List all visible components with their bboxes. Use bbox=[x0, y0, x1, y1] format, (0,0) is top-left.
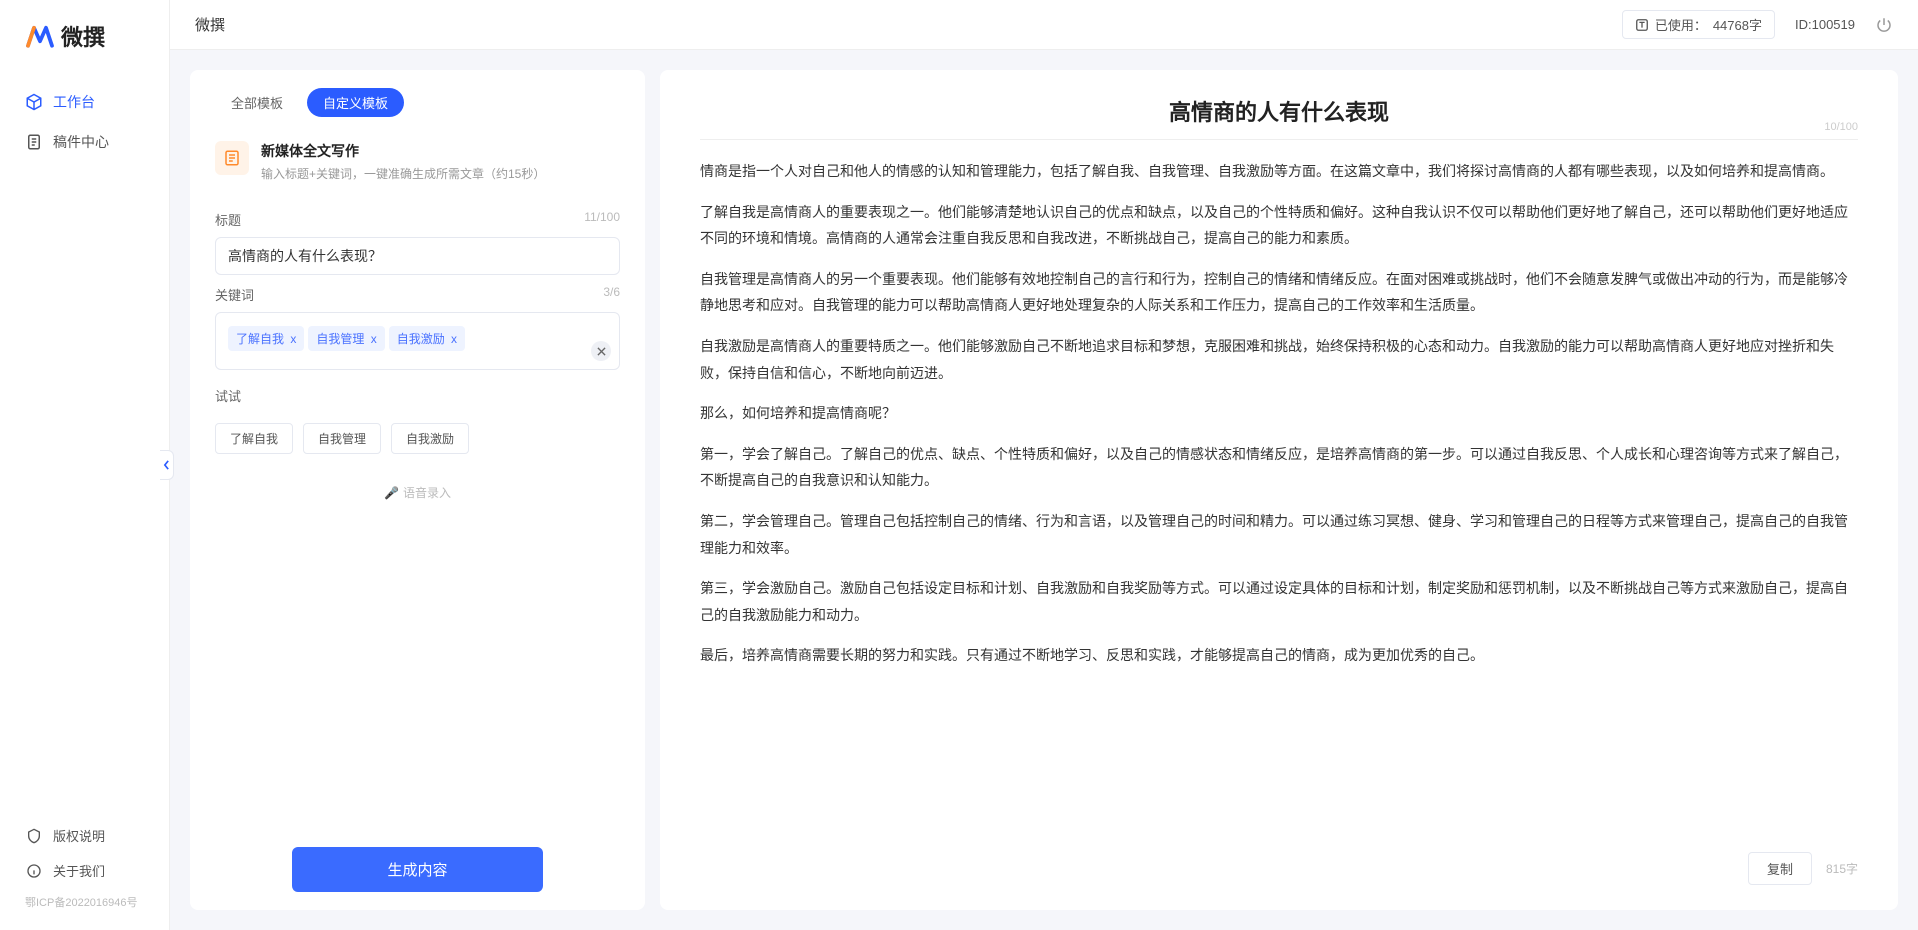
input-panel: 全部模板 自定义模板 新媒体全文写作 输入标题+关键词，一键准确生成所需文章（约… bbox=[190, 70, 645, 910]
icp-text: 鄂ICP备2022016946号 bbox=[0, 888, 169, 910]
topbar: 微撰 已使用： 44768字 ID:100519 bbox=[170, 0, 1918, 50]
doc-body[interactable]: 情商是指一个人对自己和他人的情感的认知和管理能力，包括了解自我、自我管理、自我激… bbox=[700, 158, 1858, 840]
usage-badge[interactable]: 已使用： 44768字 bbox=[1622, 10, 1775, 39]
suggest-row: 了解自我自我管理自我激励 bbox=[215, 423, 620, 454]
sidebar: 微撰 工作台 稿件中心 版权说明 关于我们 鄂ICP备2022016946号 bbox=[0, 0, 170, 930]
doc-icon bbox=[25, 133, 43, 151]
content: 全部模板 自定义模板 新媒体全文写作 输入标题+关键词，一键准确生成所需文章（约… bbox=[170, 50, 1918, 930]
doc-paragraph: 第二，学会管理自己。管理自己包括控制自己的情绪、行为和言语，以及管理自己的时间和… bbox=[700, 508, 1858, 561]
nav-label: 版权说明 bbox=[53, 826, 105, 845]
tab-custom-template[interactable]: 自定义模板 bbox=[307, 88, 404, 117]
info-icon bbox=[25, 862, 43, 880]
char-count: 815字 bbox=[1826, 860, 1858, 877]
doc-paragraph: 那么，如何培养和提高情商呢？ bbox=[700, 400, 1858, 427]
text-icon bbox=[1635, 18, 1649, 32]
generate-button[interactable]: 生成内容 bbox=[292, 847, 543, 892]
power-icon[interactable] bbox=[1875, 16, 1893, 34]
template-desc: 输入标题+关键词，一键准确生成所需文章（约15秒） bbox=[261, 165, 545, 182]
title-input[interactable] bbox=[215, 237, 620, 275]
doc-paragraph: 自我管理是高情商人的另一个重要表现。他们能够有效地控制自己的言行和行为，控制自己… bbox=[700, 266, 1858, 319]
nav-copyright[interactable]: 版权说明 bbox=[25, 818, 144, 853]
suggest-chip[interactable]: 自我管理 bbox=[303, 423, 381, 454]
user-id: ID:100519 bbox=[1795, 17, 1855, 32]
nav-label: 关于我们 bbox=[53, 861, 105, 880]
keyword-tag[interactable]: 自我激励 x bbox=[389, 326, 465, 351]
keyword-box[interactable]: 了解自我 x自我管理 x自我激励 x bbox=[215, 312, 620, 370]
remove-keyword-icon[interactable]: x bbox=[290, 332, 296, 346]
nav-drafts[interactable]: 稿件中心 bbox=[0, 122, 169, 162]
template-icon bbox=[215, 141, 249, 175]
template-tabs: 全部模板 自定义模板 bbox=[215, 88, 620, 117]
page-title: 微撰 bbox=[195, 14, 225, 35]
nav: 工作台 稿件中心 bbox=[0, 82, 169, 818]
title-label: 标题 bbox=[215, 210, 241, 229]
nav-about[interactable]: 关于我们 bbox=[25, 853, 144, 888]
clear-keywords-button[interactable] bbox=[591, 341, 611, 361]
brand-name: 微撰 bbox=[61, 20, 105, 52]
output-panel: 高情商的人有什么表现 10/100 情商是指一个人对自己和他人的情感的认知和管理… bbox=[660, 70, 1898, 910]
doc-paragraph: 最后，培养高情商需要长期的努力和实践。只有通过不断地学习、反思和实践，才能够提高… bbox=[700, 642, 1858, 669]
suggest-chip[interactable]: 自我激励 bbox=[391, 423, 469, 454]
logo: 微撰 bbox=[0, 20, 169, 82]
logo-icon bbox=[25, 23, 55, 49]
cube-icon bbox=[25, 93, 43, 111]
keyword-tag[interactable]: 自我管理 x bbox=[308, 326, 384, 351]
doc-paragraph: 情商是指一个人对自己和他人的情感的认知和管理能力，包括了解自我、自我管理、自我激… bbox=[700, 158, 1858, 185]
doc-paragraph: 第一，学会了解自己。了解自己的优点、缺点、个性特质和偏好，以及自己的情感状态和情… bbox=[700, 441, 1858, 494]
template-name: 新媒体全文写作 bbox=[261, 141, 545, 161]
sidebar-collapse-handle[interactable] bbox=[160, 450, 174, 480]
shield-icon bbox=[25, 827, 43, 845]
suggest-chip[interactable]: 了解自我 bbox=[215, 423, 293, 454]
nav-label: 工作台 bbox=[53, 92, 95, 112]
doc-title-counter: 10/100 bbox=[1824, 121, 1858, 133]
nav-label: 稿件中心 bbox=[53, 132, 109, 152]
suggest-label: 试试 bbox=[215, 386, 241, 405]
keyword-tag[interactable]: 了解自我 x bbox=[228, 326, 304, 351]
main: 微撰 已使用： 44768字 ID:100519 全部模板 自定义模板 bbox=[170, 0, 1918, 930]
copy-button[interactable]: 复制 bbox=[1748, 852, 1812, 885]
title-counter: 11/100 bbox=[584, 210, 620, 229]
nav-workbench[interactable]: 工作台 bbox=[0, 82, 169, 122]
usage-value: 44768字 bbox=[1713, 15, 1762, 34]
doc-paragraph: 第三，学会激励自己。激励自己包括设定目标和计划、自我激励和自我奖励等方式。可以通… bbox=[700, 575, 1858, 628]
keyword-counter: 3/6 bbox=[603, 285, 620, 304]
keyword-label: 关键词 bbox=[215, 285, 254, 304]
doc-paragraph: 了解自我是高情商人的重要表现之一。他们能够清楚地认识自己的优点和缺点，以及自己的… bbox=[700, 199, 1858, 252]
template-card: 新媒体全文写作 输入标题+关键词，一键准确生成所需文章（约15秒） bbox=[215, 135, 620, 200]
doc-title[interactable]: 高情商的人有什么表现 bbox=[700, 95, 1858, 127]
doc-paragraph: 自我激励是高情商人的重要特质之一。他们能够激励自己不断地追求目标和梦想，克服困难… bbox=[700, 333, 1858, 386]
sidebar-footer: 版权说明 关于我们 bbox=[0, 818, 169, 888]
tab-all-templates[interactable]: 全部模板 bbox=[215, 88, 299, 117]
voice-hint[interactable]: 🎤语音录入 bbox=[215, 484, 620, 501]
usage-label: 已使用： bbox=[1655, 15, 1707, 34]
remove-keyword-icon[interactable]: x bbox=[451, 332, 457, 346]
remove-keyword-icon[interactable]: x bbox=[371, 332, 377, 346]
